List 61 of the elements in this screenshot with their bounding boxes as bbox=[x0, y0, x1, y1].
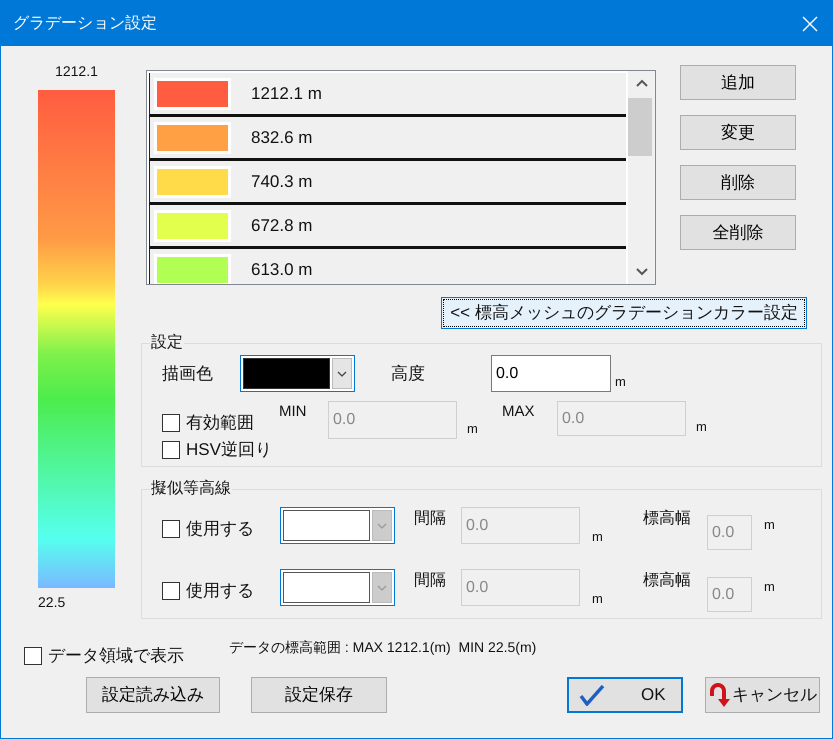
list-action-button[interactable]: 追加 bbox=[680, 65, 796, 100]
field-label: 標高幅 bbox=[643, 570, 692, 591]
field-label: 高度 bbox=[391, 362, 426, 385]
load-settings-button[interactable]: 設定読み込み bbox=[86, 676, 220, 712]
min-label: 22.5 bbox=[38, 593, 66, 612]
max-label: 1212.1 bbox=[54, 62, 99, 81]
field-label: MAX bbox=[502, 402, 536, 422]
scroll-thumb[interactable] bbox=[628, 98, 652, 156]
unit-label: m bbox=[696, 418, 707, 436]
elevation-range-text: データの標高範囲 : MAX 1212.1(m) MIN 22.5(m) bbox=[229, 638, 536, 658]
checkbox[interactable] bbox=[162, 582, 180, 600]
cancel-button[interactable]: キャンセル bbox=[705, 676, 820, 712]
checkbox[interactable] bbox=[162, 520, 180, 538]
draw-color-dropdown[interactable] bbox=[240, 355, 355, 392]
checkbox-label: HSV逆回り bbox=[186, 439, 272, 461]
elevation-value: 740.3 m bbox=[251, 170, 312, 193]
group-title: 設定 bbox=[150, 332, 184, 353]
field-label: 描画色 bbox=[162, 362, 214, 385]
checkbox-label: 使用する bbox=[186, 518, 254, 540]
group-title: 擬似等高線 bbox=[150, 478, 232, 499]
return-arrow-icon bbox=[708, 682, 730, 708]
field-label: 間隔 bbox=[414, 509, 447, 529]
elevation-value: 613.0 m bbox=[251, 258, 312, 281]
field-label: 標高幅 bbox=[643, 508, 692, 529]
altitude-field[interactable]: 0.0 bbox=[491, 355, 611, 392]
unit-label: m bbox=[764, 516, 775, 534]
gradation-list-item[interactable]: 672.8 m bbox=[149, 205, 626, 249]
window-title: グラデーション設定 bbox=[13, 14, 157, 34]
checkbox-label: 有効範囲 bbox=[186, 412, 254, 434]
elevation-value: 1212.1 m bbox=[251, 82, 322, 105]
unit-label: m bbox=[592, 528, 604, 546]
unit-label: m bbox=[615, 372, 626, 391]
checkbox-label: データ領域で表示 bbox=[48, 645, 184, 667]
ok-button[interactable]: OK bbox=[567, 676, 683, 712]
mesh-gradation-button[interactable]: << 標高メッシュのグラデーションカラー設定 bbox=[441, 297, 807, 329]
field-label: 間隔 bbox=[414, 571, 447, 591]
gradation-list-item[interactable]: 613.0 m bbox=[149, 249, 626, 284]
list-action-button[interactable]: 削除 bbox=[680, 165, 796, 200]
elevation-value: 672.8 m bbox=[251, 214, 312, 237]
gradation-list-item[interactable]: 1212.1 m bbox=[149, 73, 626, 117]
unit-label: m bbox=[764, 578, 775, 596]
scroll-up-icon[interactable] bbox=[636, 79, 648, 87]
gradation-list-item[interactable]: 832.6 m bbox=[149, 117, 626, 161]
unit-label: m bbox=[467, 420, 479, 438]
close-icon[interactable] bbox=[802, 16, 818, 32]
checkbox[interactable] bbox=[162, 414, 180, 432]
checkbox[interactable] bbox=[162, 440, 180, 459]
line-color-dropdown[interactable] bbox=[280, 507, 395, 544]
field-label: MIN bbox=[279, 402, 308, 422]
checkbox-label: 使用する bbox=[186, 580, 254, 602]
checkbox[interactable] bbox=[24, 646, 42, 665]
save-settings-button[interactable]: 設定保存 bbox=[251, 676, 387, 712]
list-action-button[interactable]: 全削除 bbox=[680, 215, 796, 250]
unit-label: m bbox=[592, 590, 604, 608]
gradation-list-item[interactable]: 740.3 m bbox=[149, 161, 626, 205]
line-color-dropdown[interactable] bbox=[280, 569, 395, 606]
list-action-button[interactable]: 変更 bbox=[680, 115, 796, 150]
elevation-value: 832.6 m bbox=[251, 126, 312, 149]
scrollbar[interactable] bbox=[628, 71, 655, 284]
scroll-down-icon[interactable] bbox=[636, 268, 648, 276]
checkmark-icon bbox=[579, 684, 605, 706]
